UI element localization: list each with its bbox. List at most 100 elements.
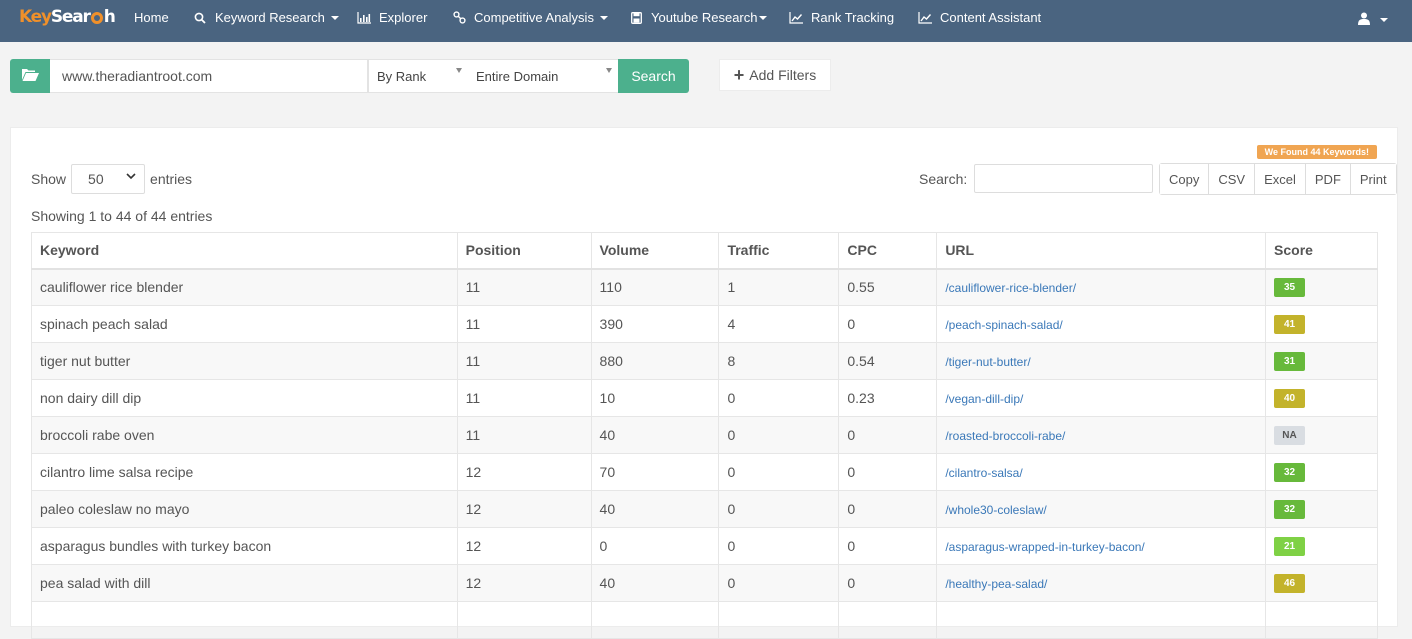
chevron-down-icon — [330, 15, 339, 20]
volume-cell: 70 — [590, 453, 720, 491]
keyword-cell: broccoli rabe oven — [31, 416, 458, 454]
entries-label: entries — [150, 171, 193, 187]
url-link[interactable]: /peach-spinach-salad/ — [945, 318, 1062, 332]
cpc-cell: 0.23 — [838, 379, 938, 417]
folder-open-icon — [21, 68, 39, 84]
traffic-cell: 1 — [718, 268, 840, 306]
table-row: broccoli rabe oven 11 40 0 0/roasted-broccol… — [31, 416, 1378, 454]
url-cell: /cilantro-salsa/ — [936, 453, 1267, 491]
nav-youtube-research[interactable]: Youtube Research — [629, 10, 767, 25]
url-link[interactable]: /cauliflower-rice-blender/ — [945, 281, 1076, 295]
column-header-score[interactable]: Score — [1265, 232, 1378, 270]
table-search-input[interactable] — [974, 164, 1153, 193]
cpc-cell: 0.55 — [838, 268, 938, 306]
url-link[interactable]: /tiger-nut-butter/ — [945, 355, 1030, 369]
cpc-cell — [838, 601, 938, 639]
position-cell: 11 — [456, 379, 592, 417]
position-cell: 12 — [456, 564, 592, 602]
keywords-table: Keyword Position Volume Traffic CPC URL … — [31, 232, 1378, 639]
volume-cell: 0 — [590, 527, 720, 565]
score-cell: 41 — [1265, 305, 1378, 343]
url-link[interactable]: /healthy-pea-salad/ — [945, 577, 1047, 591]
column-header-keyword[interactable]: Keyword — [31, 232, 458, 270]
pdf-button[interactable]: PDF — [1305, 164, 1351, 194]
volume-cell: 40 — [590, 490, 720, 528]
column-header-traffic[interactable]: Traffic — [718, 232, 840, 270]
url-cell: /roasted-broccoli-rabe/ — [936, 416, 1267, 454]
score-badge: 21 — [1274, 537, 1306, 556]
top-navbar: Key Sear h Home Keyword Research Explorer … — [0, 0, 1412, 42]
column-header-url[interactable]: URL — [936, 232, 1267, 270]
logo-key-text: Key — [19, 7, 52, 27]
url-link[interactable]: /cilantro-salsa/ — [945, 466, 1022, 480]
url-cell: /tiger-nut-butter/ — [936, 342, 1267, 380]
cpc-cell: 0 — [838, 453, 938, 491]
score-badge: 32 — [1274, 500, 1306, 519]
rank-mode-value: By Rank — [377, 69, 427, 84]
table-header-row: Keyword Position Volume Traffic CPC URL … — [31, 232, 1378, 270]
keyword-cell: non dairy dill dip — [31, 379, 458, 417]
score-badge: 32 — [1274, 463, 1306, 482]
table-row: asparagus bundles with turkey bacon 12 0 0 0… — [31, 527, 1378, 565]
print-button[interactable]: Print — [1350, 164, 1396, 194]
table-row: pea salad with dill 12 40 0 0/healthy-pea-sa… — [31, 564, 1378, 602]
export-button-group: Copy CSV Excel PDF Print — [1159, 163, 1397, 195]
column-header-volume[interactable]: Volume — [590, 232, 720, 270]
url-link[interactable]: /asparagus-wrapped-in-turkey-bacon/ — [945, 540, 1144, 554]
nav-competitive-analysis[interactable]: Competitive Analysis — [452, 10, 608, 25]
traffic-cell: 0 — [718, 564, 840, 602]
traffic-cell: 0 — [718, 453, 840, 491]
entries-per-page-select[interactable]: 50 — [71, 164, 146, 194]
column-header-position[interactable]: Position — [456, 232, 592, 270]
url-cell: /peach-spinach-salad/ — [936, 305, 1267, 343]
table-row: paleo coleslaw no mayo 12 40 0 0/whole30-col… — [31, 490, 1378, 528]
url-link[interactable]: /vegan-dill-dip/ — [945, 392, 1023, 406]
nav-content-assistant[interactable]: Content Assistant — [918, 10, 1041, 25]
bar-chart-icon — [357, 11, 371, 24]
cpc-cell: 0 — [838, 490, 938, 528]
keyword-cell: paleo coleslaw no mayo — [31, 490, 458, 528]
user-menu[interactable] — [1358, 12, 1388, 28]
nav-content-assistant-label: Content Assistant — [940, 10, 1042, 25]
dropdown-triangle-icon — [606, 68, 612, 73]
logo-search-text: Sear — [50, 7, 91, 27]
search-button[interactable]: Search — [618, 59, 689, 93]
volume-cell — [590, 601, 720, 639]
position-cell — [456, 601, 592, 639]
volume-cell: 40 — [590, 416, 720, 454]
keyword-cell: spinach peach salad — [31, 305, 458, 343]
column-header-cpc[interactable]: CPC — [838, 232, 938, 270]
nav-explorer[interactable]: Explorer — [357, 10, 427, 25]
keysearch-logo[interactable]: Key Sear h — [19, 7, 116, 27]
copy-button[interactable]: Copy — [1160, 164, 1210, 194]
excel-button[interactable]: Excel — [1255, 164, 1306, 194]
cpc-cell: 0 — [838, 416, 938, 454]
keyword-cell: cauliflower rice blender — [31, 268, 458, 306]
nav-rank-tracking[interactable]: Rank Tracking — [789, 10, 894, 25]
score-cell: 32 — [1265, 453, 1378, 491]
domain-input[interactable] — [50, 59, 368, 93]
add-filters-button[interactable]: + Add Filters — [719, 59, 831, 91]
cpc-cell: 0 — [838, 527, 938, 565]
position-cell: 12 — [456, 453, 592, 491]
score-cell: 32 — [1265, 490, 1378, 528]
open-project-button[interactable] — [10, 59, 50, 93]
score-cell: NA — [1265, 416, 1378, 454]
url-link[interactable]: /whole30-coleslaw/ — [945, 503, 1046, 517]
search-icon — [193, 12, 207, 24]
csv-button[interactable]: CSV — [1209, 164, 1256, 194]
line-chart-icon — [918, 11, 932, 24]
table-row: non dairy dill dip 11 10 0 0.23/vegan-dill-d… — [31, 379, 1378, 417]
domain-search-bar: By Rank Entire Domain Search — [10, 59, 689, 93]
domain-scope-select[interactable]: Entire Domain — [468, 59, 618, 93]
url-link[interactable]: /roasted-broccoli-rabe/ — [945, 429, 1065, 443]
score-badge: 31 — [1274, 352, 1306, 371]
cpc-cell: 0 — [838, 305, 938, 343]
position-cell: 11 — [456, 416, 592, 454]
table-search-label: Search: — [919, 171, 968, 187]
nav-home[interactable]: Home — [134, 10, 169, 25]
nav-keyword-research[interactable]: Keyword Research — [193, 10, 339, 25]
score-cell: 46 — [1265, 564, 1378, 602]
traffic-cell — [718, 601, 840, 639]
rank-mode-select[interactable]: By Rank — [368, 59, 468, 93]
